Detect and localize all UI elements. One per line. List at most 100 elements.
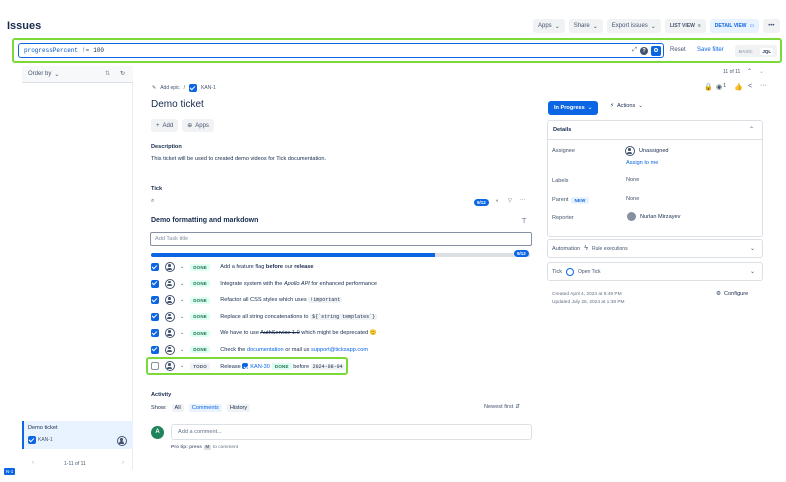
- chevron-down-icon[interactable]: ⌄: [180, 264, 184, 270]
- pin-icon[interactable]: ⊤: [521, 217, 527, 225]
- checklist-task-row[interactable]: ⌄ DONE Add a feature flag before our relea…: [151, 259, 314, 275]
- task-text[interactable]: Replace all string concatenations to ${`…: [220, 313, 378, 320]
- assign-to-me-link[interactable]: Assign to me: [626, 160, 658, 166]
- save-filter-button[interactable]: Save filter: [697, 47, 724, 53]
- export-issues-button[interactable]: Export issues ⌄: [606, 19, 661, 33]
- task-assignee-icon[interactable]: [165, 262, 175, 272]
- comment-input[interactable]: Add a comment...: [171, 424, 532, 440]
- task-text[interactable]: We have to use AuthService 1.0 which mig…: [220, 330, 376, 336]
- assignee-value[interactable]: Unassigned: [625, 146, 669, 156]
- chevron-down-icon[interactable]: ⌄: [750, 268, 755, 275]
- jql-mode-tab[interactable]: JQL: [760, 47, 774, 55]
- task-status-lozenge[interactable]: DONE: [190, 296, 211, 304]
- checklist-task-row[interactable]: ⌄ DONE We have to use AuthService 1.0 whic…: [151, 325, 377, 341]
- help-icon[interactable]: ?: [640, 46, 648, 55]
- checklist-task-row[interactable]: ⌄ DONE Replace all string concatenations t…: [151, 309, 378, 325]
- inline-link[interactable]: documentation: [247, 347, 284, 353]
- share-label: Share: [573, 23, 590, 29]
- visibility-icon[interactable]: ◐: [496, 198, 499, 204]
- chevron-down-icon[interactable]: ⌄: [750, 245, 755, 252]
- sort-direction-icon[interactable]: ⇅: [105, 70, 110, 77]
- task-assignee-icon[interactable]: [165, 278, 175, 289]
- activity-all-tab[interactable]: All: [171, 404, 184, 412]
- filter-icon[interactable]: ▽: [508, 198, 512, 204]
- status-dropdown[interactable]: In Progress ⌄: [548, 101, 599, 115]
- chevron-down-icon[interactable]: ⌄: [180, 281, 184, 287]
- chevron-down-icon[interactable]: ⌄: [180, 314, 184, 320]
- watchers-button[interactable]: ◉ 1: [716, 83, 726, 91]
- task-text[interactable]: Refactor all CSS styles which uses !impo…: [220, 297, 343, 303]
- task-status-lozenge[interactable]: DONE: [190, 280, 211, 287]
- task-assignee-icon[interactable]: [165, 344, 175, 355]
- reset-button[interactable]: Reset: [670, 47, 686, 53]
- open-tick-link[interactable]: Open Tick: [578, 269, 601, 275]
- task-text[interactable]: Check the documentation or mail us suppo…: [220, 347, 368, 353]
- task-text[interactable]: Add a feature flag before our release: [220, 264, 313, 270]
- export-label: Export issues: [611, 23, 648, 29]
- add-button[interactable]: + Add: [151, 119, 179, 132]
- refresh-icon[interactable]: ↻: [120, 70, 125, 77]
- apps-button[interactable]: ⊕ Apps: [182, 119, 214, 132]
- issue-more-icon[interactable]: ···: [760, 82, 767, 89]
- details-header[interactable]: [548, 121, 762, 140]
- task-status-lozenge[interactable]: DONE: [190, 346, 211, 353]
- inline-link[interactable]: support@ticksapp.com: [311, 347, 368, 353]
- detail-view-button[interactable]: DETAIL VIEW ▭: [709, 19, 760, 33]
- checkbox-checked[interactable]: [151, 329, 159, 337]
- task-assignee-icon[interactable]: [165, 295, 175, 305]
- task-text[interactable]: Integrate system with the Apollo API for…: [220, 281, 377, 287]
- checklist-task-row[interactable]: ⌄ DONE Check the documentation or mail us …: [151, 342, 368, 358]
- checklist-title[interactable]: Demo formatting and markdown: [151, 217, 258, 224]
- prev-page-icon[interactable]: ‹: [32, 460, 34, 466]
- search-button[interactable]: [651, 45, 661, 56]
- description-text[interactable]: This ticket will be used to created demo…: [151, 156, 326, 162]
- checklist-task-row[interactable]: ⌄ DONE Refactor all CSS styles which uses …: [151, 292, 343, 308]
- thumbs-up-icon[interactable]: 👍: [734, 83, 743, 91]
- task-status-lozenge[interactable]: DONE: [190, 313, 211, 320]
- checkbox-checked[interactable]: [151, 296, 159, 304]
- lock-icon[interactable]: 🔒: [704, 83, 713, 91]
- issue-title[interactable]: Demo ticket: [151, 99, 204, 110]
- apps-menu-button[interactable]: Apps ⌄: [533, 19, 565, 33]
- activity-comments-tab[interactable]: Comments: [188, 404, 222, 412]
- basic-mode-tab[interactable]: BASIC: [739, 49, 753, 54]
- reporter-value[interactable]: Nurlan Mirzayev: [627, 212, 680, 221]
- add-task-input[interactable]: Add Task title: [150, 232, 532, 246]
- lightning-icon: ϟ: [584, 245, 589, 252]
- checkbox-checked[interactable]: [151, 263, 159, 271]
- tick-more-icon[interactable]: ···: [520, 197, 525, 203]
- task-status-lozenge[interactable]: DONE: [190, 263, 211, 271]
- actions-dropdown[interactable]: ⚡ Actions ⌄: [610, 103, 643, 109]
- labels-value[interactable]: None: [626, 177, 639, 183]
- add-epic-link[interactable]: Add epic: [160, 85, 179, 91]
- checklist-task-row[interactable]: ⌄ DONE Integrate system with the Apollo AP…: [151, 276, 377, 292]
- chevron-down-icon[interactable]: ⌄: [180, 330, 184, 336]
- next-issue-icon[interactable]: ⌄: [759, 68, 764, 75]
- next-page-icon[interactable]: ›: [122, 460, 124, 466]
- breadcrumb-issue-key[interactable]: KAN-1: [201, 85, 216, 91]
- chevron-up-icon[interactable]: ⌃: [749, 126, 754, 133]
- order-by-button[interactable]: Order by ⌄: [28, 71, 59, 78]
- checkbox-checked[interactable]: [151, 312, 159, 321]
- tick-count-badge: 9/12: [474, 199, 489, 206]
- checkbox-checked[interactable]: [151, 345, 159, 354]
- checkbox-checked[interactable]: [151, 279, 159, 288]
- task-assignee-icon[interactable]: [165, 311, 175, 322]
- tick-search-icon[interactable]: ⌕: [151, 198, 154, 205]
- parent-value[interactable]: None: [626, 196, 639, 202]
- task-status-lozenge[interactable]: DONE: [190, 329, 211, 337]
- sort-order-button[interactable]: Newest first ⇵: [484, 404, 520, 410]
- expand-icon[interactable]: ⤢: [632, 47, 637, 54]
- more-actions-button[interactable]: •••: [763, 19, 780, 33]
- jql-search-input[interactable]: progressPercent != 100 ⤢ ?: [18, 43, 664, 58]
- previous-issue-icon[interactable]: ⌃: [747, 68, 752, 75]
- issue-card-selected[interactable]: Demo ticket KAN-1: [22, 421, 133, 449]
- share-menu-button[interactable]: Share ⌄: [568, 19, 603, 33]
- share-icon[interactable]: <: [748, 83, 752, 90]
- configure-button[interactable]: ⚙ Configure: [716, 291, 748, 297]
- chevron-down-icon[interactable]: ⌄: [180, 347, 184, 353]
- list-view-button[interactable]: LIST VIEW ≡: [664, 19, 706, 33]
- chevron-down-icon[interactable]: ⌄: [180, 297, 184, 303]
- activity-history-tab[interactable]: History: [226, 404, 251, 412]
- task-assignee-icon[interactable]: [165, 328, 175, 338]
